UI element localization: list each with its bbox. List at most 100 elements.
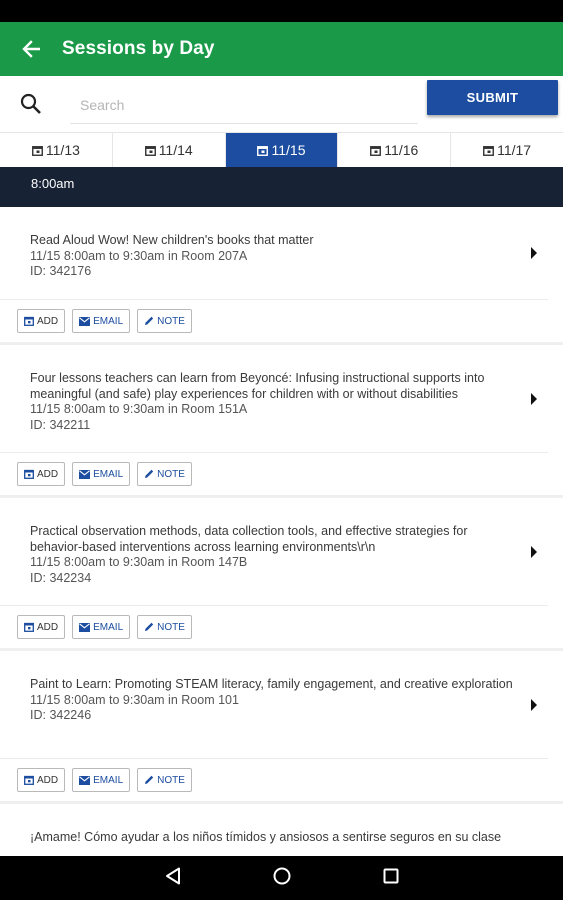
search-input[interactable] xyxy=(70,86,418,124)
pencil-icon xyxy=(145,622,154,631)
session-row[interactable]: Four lessons teachers can learn from Bey… xyxy=(0,345,548,453)
session-title: Paint to Learn: Promoting STEAM literacy… xyxy=(30,677,513,691)
add-label: ADD xyxy=(37,621,59,633)
session-row[interactable]: ¡Amame! Cómo ayudar a los niños tímidos … xyxy=(0,804,548,857)
session-info: Four lessons teachers can learn from Bey… xyxy=(30,371,520,452)
pencil-icon xyxy=(145,316,154,325)
session-title: Read Aloud Wow! New children's books tha… xyxy=(30,233,314,247)
nav-recents-icon xyxy=(383,868,398,883)
email-label: EMAIL xyxy=(93,621,124,633)
session-title: Four lessons teachers can learn from Bey… xyxy=(30,371,485,401)
back-arrow-icon xyxy=(22,40,40,58)
calendar-icon xyxy=(483,145,495,156)
session-card: Read Aloud Wow! New children's books tha… xyxy=(0,207,563,345)
note-label: NOTE xyxy=(157,621,185,633)
session-row[interactable]: Paint to Learn: Promoting STEAM literacy… xyxy=(0,651,548,759)
nav-recents-button[interactable] xyxy=(383,868,399,889)
chevron-right-icon xyxy=(520,677,548,758)
tab-label: 11/16 xyxy=(384,142,419,158)
session-info: Read Aloud Wow! New children's books tha… xyxy=(30,233,520,299)
tab-label: 11/14 xyxy=(158,142,193,158)
calendar-add-icon xyxy=(24,775,34,785)
note-label: NOTE xyxy=(157,468,185,480)
email-icon xyxy=(79,775,91,785)
session-title: Practical observation methods, data coll… xyxy=(30,524,468,554)
session-row[interactable]: Read Aloud Wow! New children's books tha… xyxy=(0,207,548,300)
calendar-add-icon xyxy=(24,316,34,326)
nav-back-icon xyxy=(165,867,180,884)
session-info: Practical observation methods, data coll… xyxy=(30,524,520,605)
status-bar xyxy=(0,0,563,22)
search-bar: SUBMIT xyxy=(0,76,563,132)
session-row[interactable]: Practical observation methods, data coll… xyxy=(0,498,548,606)
tab-label: 11/13 xyxy=(45,142,80,158)
email-icon xyxy=(79,469,91,479)
add-button[interactable]: ADD xyxy=(17,462,66,486)
tab-day-3[interactable]: 11/15 xyxy=(225,133,339,167)
email-button[interactable]: EMAIL xyxy=(72,309,131,333)
session-card: ¡Amame! Cómo ayudar a los niños tímidos … xyxy=(0,804,563,857)
email-button[interactable]: EMAIL xyxy=(72,462,131,486)
chevron-right-icon xyxy=(520,524,548,605)
calendar-icon xyxy=(370,145,382,156)
session-list[interactable]: Read Aloud Wow! New children's books tha… xyxy=(0,207,563,857)
session-info: ¡Amame! Cómo ayudar a los niños tímidos … xyxy=(30,830,548,857)
email-icon xyxy=(79,622,91,632)
email-label: EMAIL xyxy=(93,774,124,786)
session-title: ¡Amame! Cómo ayudar a los niños tímidos … xyxy=(30,830,502,844)
email-label: EMAIL xyxy=(93,468,124,480)
pencil-icon xyxy=(145,775,154,784)
session-id: ID: 342211 xyxy=(30,417,91,432)
tab-day-2[interactable]: 11/14 xyxy=(113,133,226,167)
note-button[interactable]: NOTE xyxy=(137,462,192,486)
session-id: ID: 342246 xyxy=(30,708,92,722)
calendar-icon xyxy=(257,145,269,156)
calendar-icon xyxy=(31,145,43,156)
email-button[interactable]: EMAIL xyxy=(72,768,131,792)
note-label: NOTE xyxy=(157,315,185,327)
calendar-add-icon xyxy=(24,622,34,632)
nav-home-button[interactable] xyxy=(273,867,291,890)
email-icon xyxy=(79,316,91,326)
session-time: 11/15 8:00am to 9:30am in Room 207A xyxy=(30,248,248,263)
add-label: ADD xyxy=(37,774,59,786)
note-button[interactable]: NOTE xyxy=(137,309,192,333)
note-button[interactable]: NOTE xyxy=(137,615,192,639)
session-time: 11/15 8:00am to 9:30am in Room 151A xyxy=(30,402,248,416)
session-time: 11/15 8:00am to 9:30am in Room 101 xyxy=(30,692,239,707)
add-button[interactable]: ADD xyxy=(17,309,66,333)
time-slot-header: 8:00am xyxy=(0,167,563,207)
session-card: Paint to Learn: Promoting STEAM literacy… xyxy=(0,651,563,804)
email-label: EMAIL xyxy=(93,315,124,327)
add-button[interactable]: ADD xyxy=(17,768,66,792)
tab-label: 11/15 xyxy=(271,142,306,158)
session-actions: ADD EMAIL NOTE xyxy=(0,759,563,801)
submit-button[interactable]: SUBMIT xyxy=(427,80,558,115)
add-label: ADD xyxy=(37,468,59,480)
note-label: NOTE xyxy=(157,774,185,786)
system-nav-bar xyxy=(0,856,563,900)
session-actions: ADD EMAIL NOTE xyxy=(0,606,563,648)
search-icon[interactable] xyxy=(0,76,62,132)
calendar-icon xyxy=(144,145,156,156)
session-id: ID: 342176 xyxy=(30,264,92,278)
tab-day-5[interactable]: 11/17 xyxy=(451,133,563,167)
add-button[interactable]: ADD xyxy=(17,615,66,639)
pencil-icon xyxy=(145,469,154,478)
chevron-right-icon xyxy=(520,233,548,299)
nav-back-button[interactable] xyxy=(165,867,181,890)
session-info: Paint to Learn: Promoting STEAM literacy… xyxy=(30,677,520,758)
session-actions: ADD EMAIL NOTE xyxy=(0,300,563,342)
app-bar: Sessions by Day xyxy=(0,22,563,76)
back-button[interactable] xyxy=(0,22,62,76)
note-button[interactable]: NOTE xyxy=(137,768,192,792)
tab-day-1[interactable]: 11/13 xyxy=(0,133,113,167)
page-title: Sessions by Day xyxy=(62,38,215,59)
tab-day-4[interactable]: 11/16 xyxy=(338,133,452,167)
add-label: ADD xyxy=(37,315,59,327)
chevron-right-icon xyxy=(520,371,548,452)
email-button[interactable]: EMAIL xyxy=(72,615,131,639)
session-card: Four lessons teachers can learn from Bey… xyxy=(0,345,563,498)
session-time: 11/15 8:00am to 9:30am in Room 147B xyxy=(30,555,248,569)
session-card: Practical observation methods, data coll… xyxy=(0,498,563,651)
